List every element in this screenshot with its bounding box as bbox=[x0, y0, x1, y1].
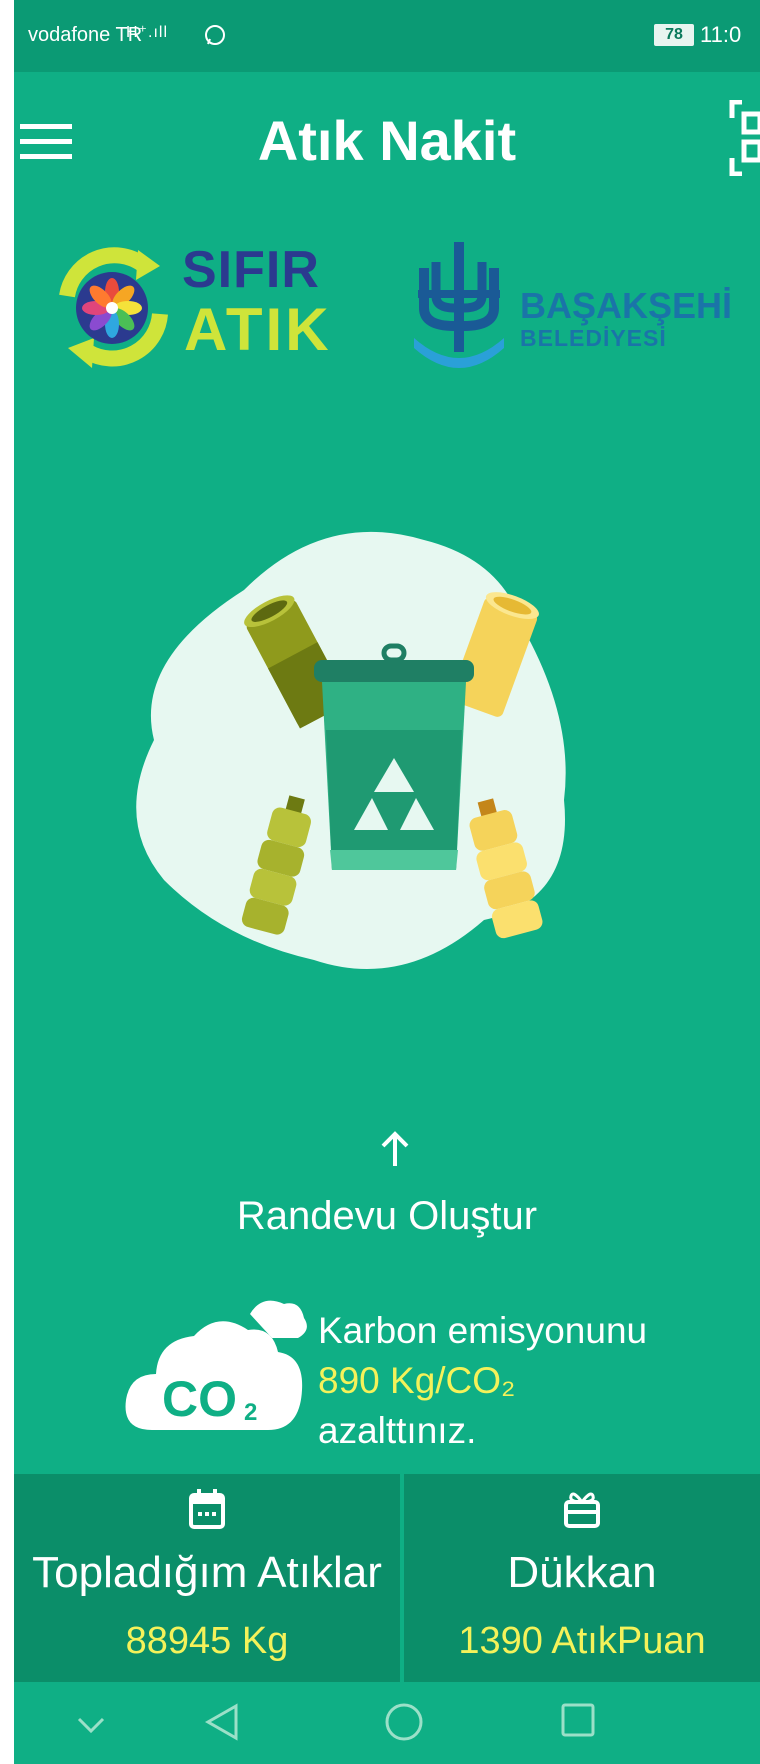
carbon-info: Karbon emisyonunu 890 Kg/CO₂ azalttınız. bbox=[318, 1306, 647, 1456]
recycling-bin-illustration bbox=[136, 531, 566, 969]
create-appointment-button[interactable]: Randevu Oluştur bbox=[14, 1194, 760, 1239]
app-title: Atık Nakit bbox=[257, 109, 517, 172]
chevron-down-icon[interactable] bbox=[76, 1716, 106, 1734]
qr-scan-icon[interactable] bbox=[728, 100, 760, 176]
shop-points-value: 1390 AtıkPuan bbox=[458, 1620, 706, 1662]
system-nav-bar bbox=[14, 1682, 760, 1764]
calendar-icon bbox=[189, 1489, 225, 1529]
whatsapp-icon bbox=[205, 25, 225, 45]
co2-cloud-icon: CO 2 bbox=[125, 1300, 307, 1430]
carbon-text-line3: azalttınız. bbox=[318, 1410, 477, 1451]
sifir-atik-line2: ATIK bbox=[184, 296, 332, 363]
co2-icon-subscript: 2 bbox=[244, 1399, 257, 1426]
arrow-up-icon[interactable] bbox=[380, 1130, 410, 1168]
basaksehir-line2: BELEDİYESİ bbox=[520, 325, 667, 351]
basaksehir-wordmark: BAŞAKŞEHİ BELEDİYESİ bbox=[520, 288, 732, 350]
app-screen: vodafone TR H⁺.ıll 78 11:0 Atık Nakit SI… bbox=[14, 0, 760, 1764]
collected-waste-title: Topladığım Atıklar bbox=[32, 1548, 382, 1597]
collected-waste-card[interactable]: Topladığım Atıklar 88945 Kg bbox=[14, 1474, 400, 1682]
carbon-value: 890 Kg/CO₂ bbox=[318, 1360, 516, 1401]
home-icon[interactable] bbox=[384, 1702, 424, 1742]
sifir-atik-wordmark: SIFIR ATIK bbox=[182, 244, 332, 360]
back-icon[interactable] bbox=[204, 1702, 240, 1742]
sifir-atik-line1: SIFIR bbox=[182, 241, 320, 299]
co2-icon-text: CO bbox=[162, 1371, 237, 1427]
status-bar: vodafone TR H⁺.ıll 78 11:0 bbox=[14, 0, 760, 72]
basaksehir-logo bbox=[414, 242, 504, 368]
recent-apps-icon[interactable] bbox=[560, 1702, 596, 1738]
gift-icon bbox=[564, 1492, 600, 1528]
signal-icon: H⁺.ıll bbox=[126, 24, 168, 41]
battery-indicator: 78 bbox=[654, 24, 694, 46]
shop-title: Dükkan bbox=[507, 1548, 657, 1597]
shop-card[interactable]: Dükkan 1390 AtıkPuan bbox=[404, 1474, 760, 1682]
collected-waste-value: 88945 Kg bbox=[125, 1620, 289, 1662]
status-time: 11:0 bbox=[700, 22, 742, 47]
sifir-atik-logo bbox=[59, 247, 168, 368]
carbon-text-line1: Karbon emisyonunu bbox=[318, 1310, 648, 1351]
basaksehir-line1: BAŞAKŞEHİ bbox=[520, 285, 733, 326]
